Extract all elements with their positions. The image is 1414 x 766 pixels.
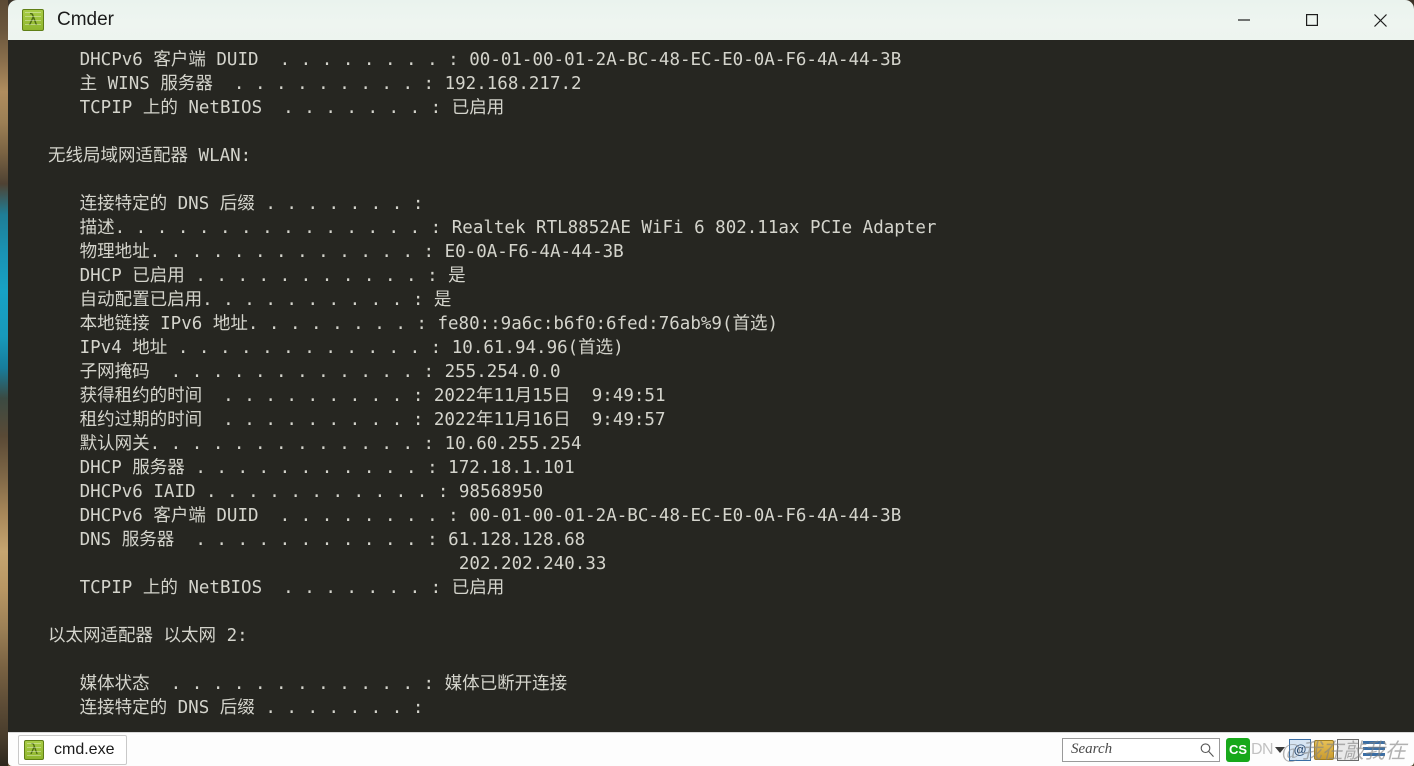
terminal-line: 物理地址. . . . . . . . . . . . . : E0-0A-F6… bbox=[48, 242, 624, 262]
taskbar-item-label: cmd.exe bbox=[54, 740, 115, 758]
terminal-line: TCPIP 上的 NetBIOS . . . . . . . : 已启用 bbox=[48, 578, 505, 598]
terminal-lines: DHCPv6 客户端 DUID . . . . . . . . : 00-01-… bbox=[8, 48, 1414, 720]
taskbar: cmd.exe Search CS DN @ bbox=[8, 732, 1414, 766]
terminal-line: DHCP 已启用 . . . . . . . . . . . : 是 bbox=[48, 266, 466, 286]
csdn-logo-icon: CS bbox=[1226, 737, 1250, 762]
taskbar-right-zone: Search CS DN @ @我在敲我在 bbox=[1062, 736, 1414, 764]
terminal-line: 连接特定的 DNS 后缀 . . . . . . . : bbox=[48, 194, 424, 214]
lines-icon[interactable] bbox=[1363, 740, 1386, 759]
lock-icon[interactable] bbox=[1314, 739, 1335, 760]
terminal-line: 默认网关. . . . . . . . . . . . . : 10.60.25… bbox=[48, 434, 582, 454]
terminal-line: 子网掩码 . . . . . . . . . . . . : 255.254.0… bbox=[48, 362, 561, 382]
window-titlebar[interactable]: Cmder bbox=[8, 0, 1414, 40]
terminal-line: TCPIP 上的 NetBIOS . . . . . . . : 已启用 bbox=[48, 98, 505, 118]
search-input[interactable]: Search bbox=[1071, 741, 1199, 758]
desktop-screen: Cmder bbox=[0, 0, 1414, 766]
terminal-line: 描述. . . . . . . . . . . . . . . : Realte… bbox=[48, 218, 937, 238]
terminal-line: 媒体状态 . . . . . . . . . . . . : 媒体已断开连接 bbox=[48, 674, 568, 694]
close-button[interactable] bbox=[1346, 0, 1414, 40]
minimize-button[interactable] bbox=[1210, 0, 1278, 40]
terminal-output-pane[interactable]: DHCPv6 客户端 DUID . . . . . . . . : 00-01-… bbox=[8, 40, 1414, 732]
terminal-line: DNS 服务器 . . . . . . . . . . . : 61.128.1… bbox=[48, 530, 586, 550]
terminal-line: DHCPv6 IAID . . . . . . . . . . . : 9856… bbox=[48, 482, 544, 502]
csdn-text-label: DN bbox=[1251, 740, 1274, 758]
at-square-icon[interactable]: @ bbox=[1289, 738, 1312, 761]
terminal-line: DHCPv6 客户端 DUID . . . . . . . . : 00-01-… bbox=[48, 50, 902, 70]
cmder-window: Cmder bbox=[8, 0, 1414, 766]
system-tray[interactable]: CS DN @ @我在敲我在 bbox=[1226, 736, 1408, 764]
terminal-line: 本地链接 IPv6 地址. . . . . . . . : fe80::9a6c… bbox=[48, 314, 779, 334]
search-magnifier-icon[interactable] bbox=[1199, 742, 1215, 758]
terminal-line: 租约过期的时间 . . . . . . . . . : 2022年11月16日 … bbox=[48, 410, 666, 430]
cmder-lambda-icon bbox=[22, 9, 44, 31]
maximize-button[interactable] bbox=[1278, 0, 1346, 40]
document-icon[interactable] bbox=[1337, 738, 1360, 761]
terminal-line: 自动配置已启用. . . . . . . . . . : 是 bbox=[48, 290, 452, 310]
terminal-line: 连接特定的 DNS 后缀 . . . . . . . : bbox=[48, 698, 424, 718]
terminal-line: DHCP 服务器 . . . . . . . . . . . : 172.18.… bbox=[48, 458, 575, 478]
terminal-line: 以太网适配器 以太网 2: bbox=[48, 626, 248, 646]
terminal-line: 202.202.240.33 bbox=[48, 554, 607, 574]
terminal-line: IPv4 地址 . . . . . . . . . . . . : 10.61.… bbox=[48, 338, 624, 358]
terminal-line: 无线局域网适配器 WLAN: bbox=[48, 146, 252, 166]
search-box[interactable]: Search bbox=[1062, 737, 1220, 762]
desktop-wallpaper-left-strip bbox=[0, 0, 8, 766]
window-controls bbox=[1210, 0, 1414, 40]
terminal-line: DHCPv6 客户端 DUID . . . . . . . . : 00-01-… bbox=[48, 506, 902, 526]
cmder-lambda-icon bbox=[24, 739, 44, 760]
taskbar-item-cmd-exe[interactable]: cmd.exe bbox=[18, 734, 128, 765]
tray-caret-icon[interactable] bbox=[1275, 746, 1286, 753]
terminal-line: 获得租约的时间 . . . . . . . . . : 2022年11月15日 … bbox=[48, 386, 666, 406]
terminal-line: 主 WINS 服务器 . . . . . . . . . : 192.168.2… bbox=[48, 74, 582, 94]
window-title: Cmder bbox=[57, 9, 115, 30]
